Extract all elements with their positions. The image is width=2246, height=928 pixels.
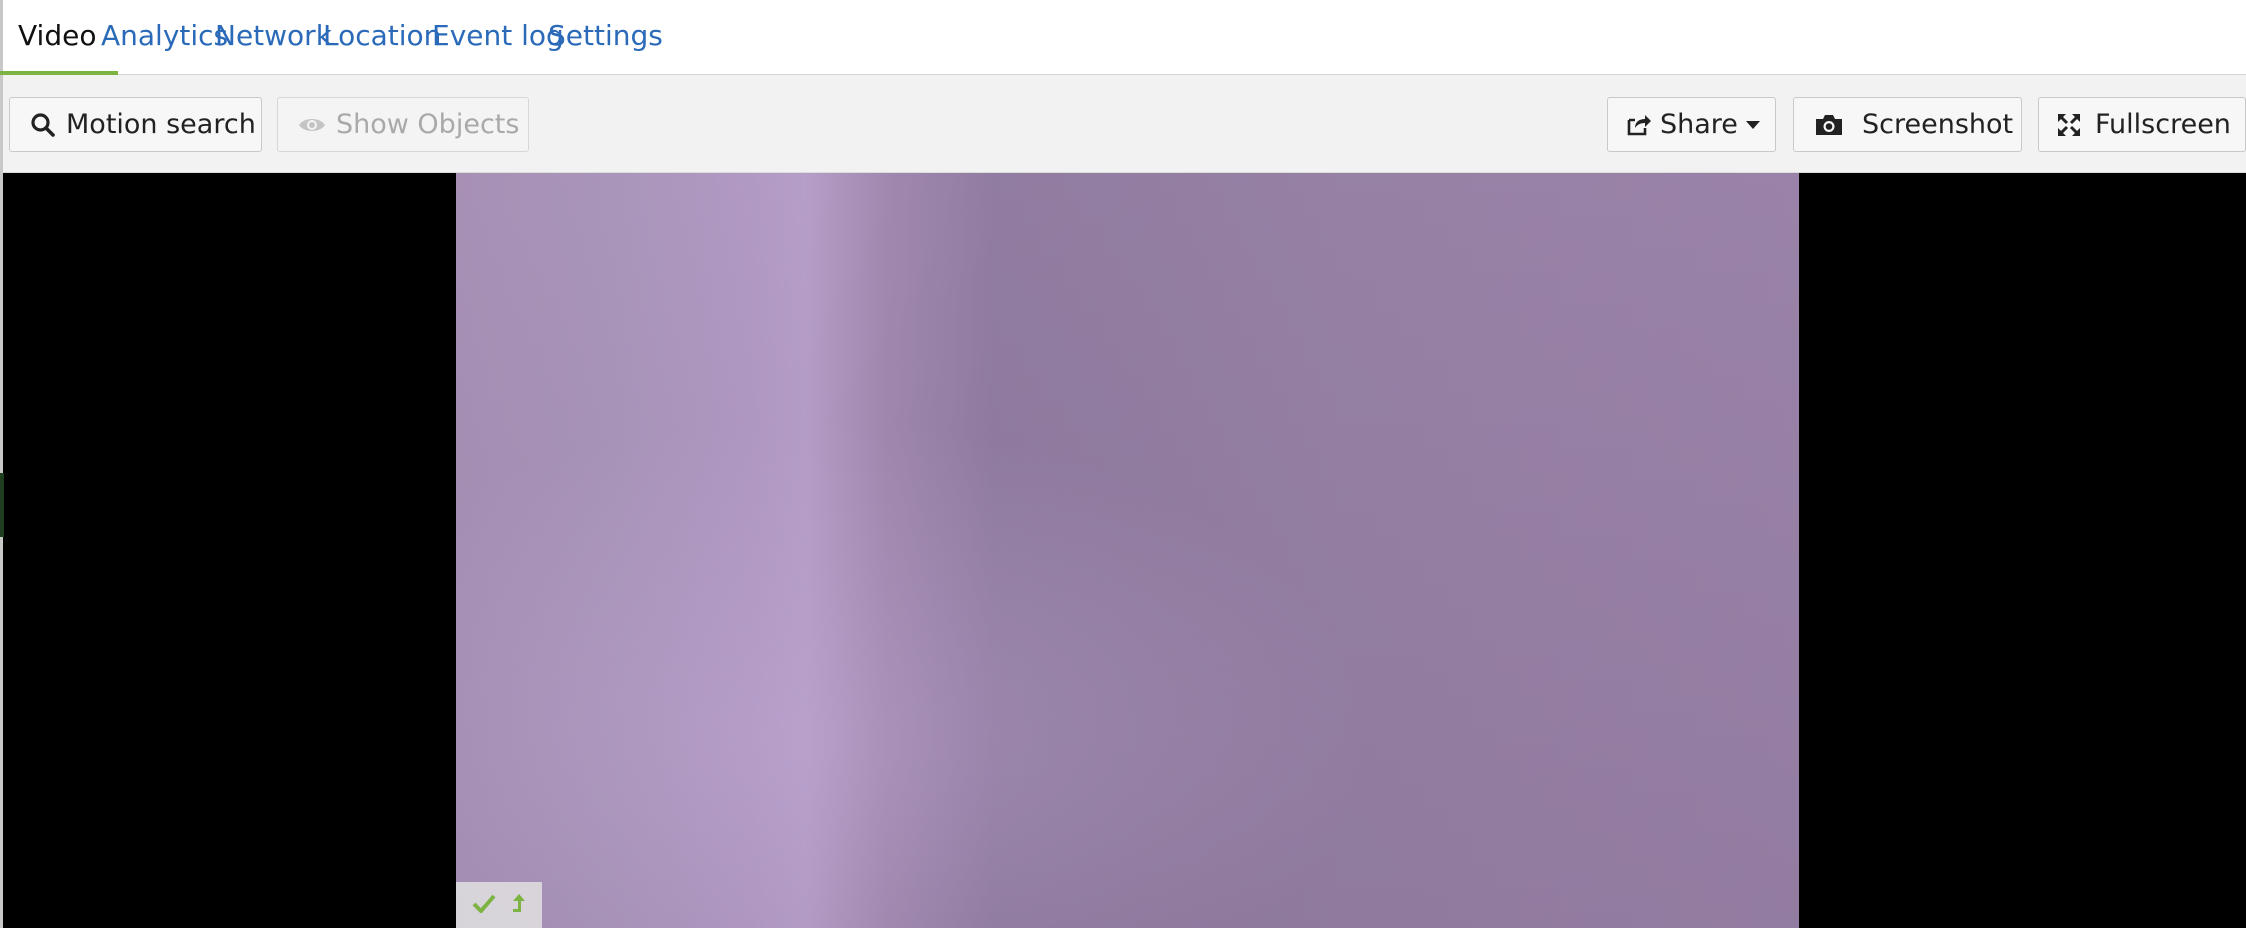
tab-location[interactable]: Location xyxy=(323,0,441,75)
motion-search-button[interactable]: Motion search xyxy=(9,97,262,152)
video-frame[interactable] xyxy=(456,173,1799,928)
share-label: Share xyxy=(1660,109,1738,140)
caret-down-icon xyxy=(1745,120,1760,130)
share-icon xyxy=(1626,113,1652,137)
camera-viewer: Video Analytics Network Location Event l… xyxy=(0,0,2246,928)
motion-search-label: Motion search xyxy=(66,109,256,140)
video-stage[interactable] xyxy=(0,173,2246,928)
fullscreen-label: Fullscreen xyxy=(2095,109,2231,140)
check-icon xyxy=(472,893,496,917)
tab-bar: Video Analytics Network Location Event l… xyxy=(0,0,2246,75)
screenshot-button[interactable]: Screenshot xyxy=(1793,97,2022,152)
tab-event-log[interactable]: Event log xyxy=(432,0,564,75)
tab-settings[interactable]: Settings xyxy=(548,0,663,75)
fullscreen-button[interactable]: Fullscreen xyxy=(2038,97,2246,152)
upload-arrow-icon xyxy=(511,892,527,918)
stream-status-badge xyxy=(456,882,542,928)
expand-icon xyxy=(2057,113,2081,137)
camera-icon xyxy=(1814,113,1844,137)
screenshot-label: Screenshot xyxy=(1862,109,2014,140)
search-icon xyxy=(30,112,56,138)
eye-icon xyxy=(298,114,326,136)
tab-analytics[interactable]: Analytics xyxy=(101,0,228,75)
tab-video[interactable]: Video xyxy=(0,0,120,75)
video-toolbar: Motion search Show Objects Share Screens… xyxy=(3,75,2246,173)
tab-network[interactable]: Network xyxy=(215,0,332,75)
show-objects-label: Show Objects xyxy=(336,109,520,140)
show-objects-button[interactable]: Show Objects xyxy=(277,97,529,152)
resize-handle xyxy=(0,473,4,537)
share-button[interactable]: Share xyxy=(1607,97,1776,152)
